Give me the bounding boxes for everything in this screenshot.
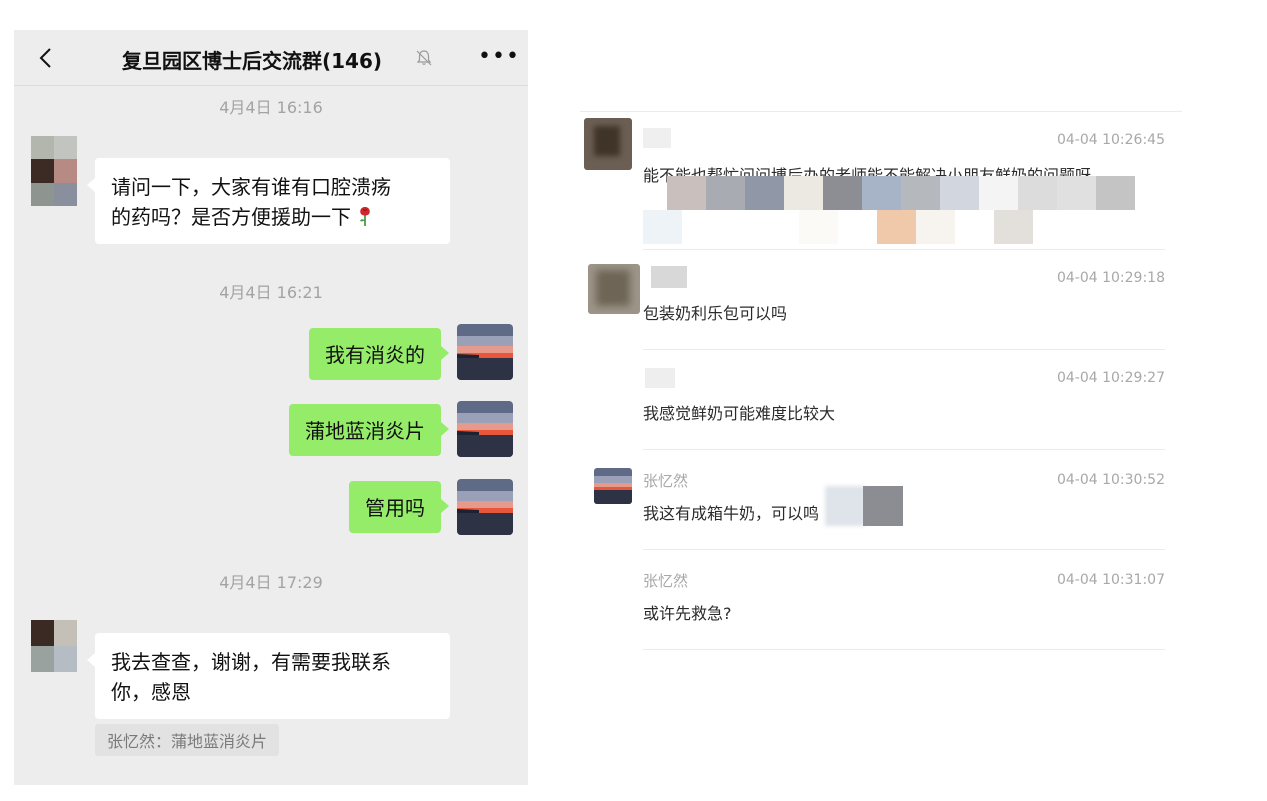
message-timestamp: 4月4日 16:16 — [219, 98, 323, 117]
divider — [643, 649, 1165, 650]
redacted-area — [863, 486, 903, 526]
avatar[interactable] — [588, 264, 640, 314]
comment-item: 04-04 10:29:18 包装奶利乐包可以吗 — [643, 266, 1165, 326]
sunset-photo-icon — [457, 401, 513, 457]
comment-text: 包装奶利乐包可以吗 — [643, 304, 788, 323]
message-text: 我去查查，谢谢，有需要我联系 — [111, 650, 391, 674]
message-timestamp: 4月4日 16:21 — [219, 283, 323, 302]
message-text: 你，感恩 — [111, 680, 191, 704]
comment-text: 或许先救急? — [643, 604, 732, 623]
chat-window: 复旦园区博士后交流群(146) ••• 4月4日 16:16 请问一下，大家有谁… — [14, 30, 528, 785]
message-timestamp: 4月4日 17:29 — [219, 573, 323, 592]
sunset-photo-icon — [594, 468, 632, 504]
avatar[interactable] — [457, 479, 513, 535]
quoted-message[interactable]: 张忆然：蒲地蓝消炎片 — [95, 724, 280, 756]
divider — [580, 111, 1182, 112]
comment-time: 04-04 10:31:07 — [1056, 572, 1165, 588]
chevron-left-icon[interactable] — [34, 46, 58, 70]
bell-muted-icon — [416, 50, 432, 66]
comment-item: 张忆然 04-04 10:31:07 或许先救急? — [643, 568, 1165, 628]
message-bubble-incoming[interactable]: 请问一下，大家有谁有口腔溃疡 的药吗？是否方便援助一下 — [87, 158, 450, 244]
comment-text: 我感觉鲜奶可能难度比较大 — [643, 404, 836, 423]
more-dots-icon[interactable]: ••• — [478, 44, 520, 69]
avatar[interactable] — [457, 401, 513, 457]
message-bubble-outgoing[interactable]: 管用吗 — [349, 481, 449, 533]
message-bubble-outgoing[interactable]: 我有消炎的 — [309, 328, 449, 380]
comment-text: 我这有成箱牛奶，可以鸣 — [643, 504, 820, 523]
message-text: 请问一下，大家有谁有口腔溃疡 — [111, 175, 391, 199]
avatar[interactable] — [457, 324, 513, 380]
comment-time: 04-04 10:30:52 — [1056, 472, 1165, 488]
avatar[interactable] — [31, 620, 77, 672]
avatar[interactable] — [594, 468, 632, 504]
divider — [643, 349, 1165, 350]
message-text: 管用吗 — [365, 496, 425, 520]
redacted-area — [825, 486, 865, 526]
comment-item: 张忆然 04-04 10:30:52 我这有成箱牛奶，可以鸣 — [643, 468, 1165, 528]
avatar[interactable] — [31, 136, 77, 206]
message-text: 蒲地蓝消炎片 — [305, 419, 425, 443]
chat-title: 复旦园区博士后交流群(146) — [122, 49, 383, 73]
sunset-photo-icon — [457, 479, 513, 535]
chat-header: 复旦园区博士后交流群(146) ••• — [14, 30, 528, 86]
rose-emoji-icon — [360, 207, 371, 226]
comment-list: 04-04 10:26:45 能不能也帮忙问问博后办的老师能不能解决小朋友鲜奶的… — [580, 0, 1267, 801]
comment-author: 张忆然 — [643, 472, 689, 490]
comment-time: 04-04 10:29:18 — [1056, 270, 1165, 286]
avatar[interactable] — [584, 118, 632, 170]
sunset-photo-icon — [457, 324, 513, 380]
divider — [643, 549, 1165, 550]
message-text: 我有消炎的 — [325, 343, 425, 367]
comment-item: 04-04 10:26:45 能不能也帮忙问问博后办的老师能不能解决小朋友鲜奶的… — [643, 128, 1165, 248]
redacted-area — [667, 176, 1135, 210]
comment-time: 04-04 10:29:27 — [1056, 370, 1165, 386]
comment-item: 04-04 10:29:27 我感觉鲜奶可能难度比较大 — [643, 366, 1165, 426]
divider — [643, 249, 1165, 250]
comment-time: 04-04 10:26:45 — [1056, 132, 1165, 148]
divider — [643, 449, 1165, 450]
message-bubble-incoming[interactable]: 我去查查，谢谢，有需要我联系 你，感恩 — [87, 633, 450, 719]
message-text: 的药吗？是否方便援助一下 — [111, 205, 351, 229]
message-bubble-outgoing[interactable]: 蒲地蓝消炎片 — [289, 404, 449, 456]
comment-author: 张忆然 — [643, 572, 689, 590]
redacted-area — [643, 210, 1033, 244]
